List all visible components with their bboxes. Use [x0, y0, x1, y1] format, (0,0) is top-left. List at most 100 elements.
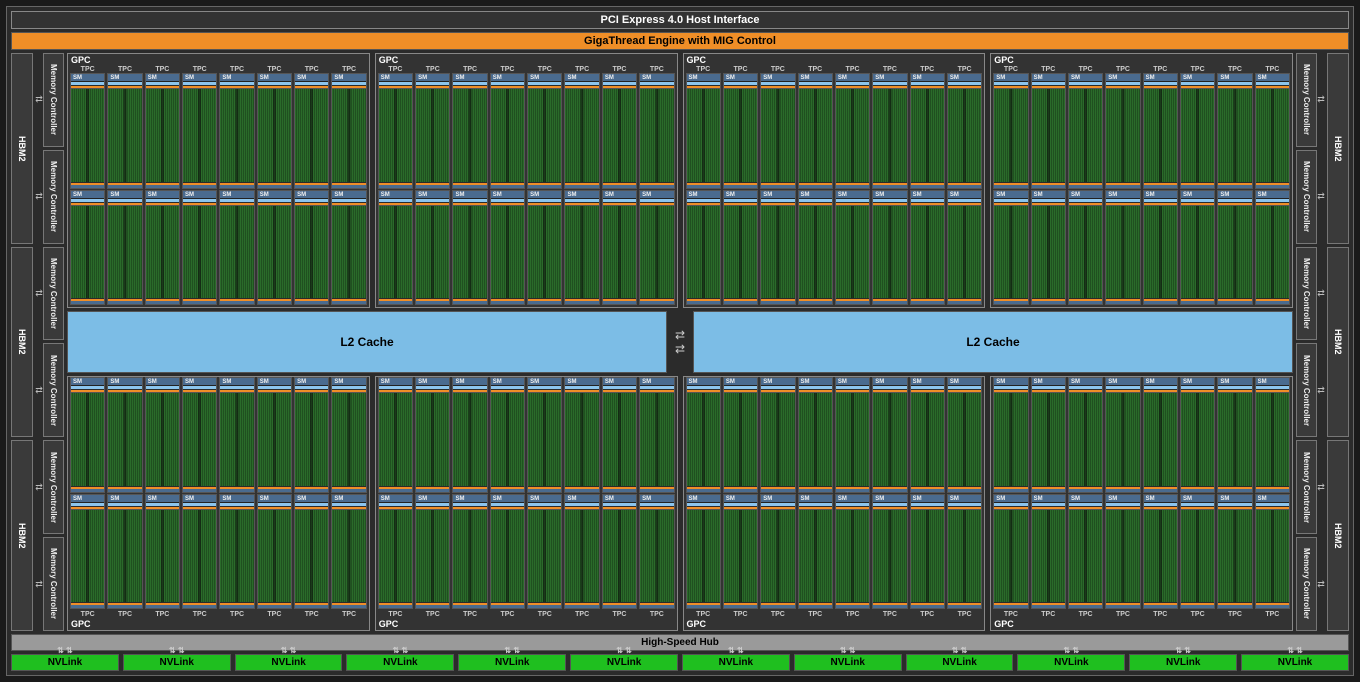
sm-cores [528, 88, 561, 182]
sm-dispatch-bar [146, 503, 179, 506]
sm-cores [1032, 509, 1065, 603]
sm-cores [220, 509, 253, 603]
sm-footer-bar [379, 489, 412, 492]
sm-block: SM [1255, 494, 1290, 610]
sm-label: SM [108, 378, 141, 386]
hbm-right-column: HBM2 HBM2 HBM2 [1327, 53, 1349, 631]
sm-dispatch-bar [687, 386, 720, 389]
sm-cores [379, 392, 412, 486]
sm-label: SM [528, 378, 561, 386]
tpc-label: TPC [1105, 611, 1140, 618]
sm-block: SM [257, 190, 292, 306]
sm-label: SM [220, 495, 253, 503]
interconnect-arrow: ⇄ [36, 440, 42, 534]
tpc-label: TPC [294, 611, 329, 618]
sm-cores [491, 88, 524, 182]
tpc-label: TPC [723, 66, 758, 73]
tpc-label: TPC [294, 66, 329, 73]
sm-label: SM [1144, 495, 1177, 503]
sm-label: SM [1106, 74, 1139, 82]
sm-dispatch-bar [71, 82, 104, 85]
sm-cores [258, 392, 291, 486]
sm-block: SM [639, 190, 674, 306]
nvlink-block: ⇅ ⇅NVLink [458, 654, 566, 671]
nvlink-arrow: ⇅ ⇅ [1064, 646, 1080, 655]
tpc-label: TPC [760, 611, 795, 618]
sm-block: SM [257, 494, 292, 610]
sm-block: SM [294, 73, 329, 189]
tpc-block: SMSM [331, 73, 366, 305]
sm-label: SM [836, 495, 869, 503]
tpc-label: TPC [798, 611, 833, 618]
sm-label: SM [1181, 378, 1214, 386]
sm-dispatch-bar [687, 199, 720, 202]
sm-block: SM [331, 377, 366, 493]
sm-label: SM [258, 191, 291, 199]
sm-block: SM [182, 494, 217, 610]
sm-footer-bar [1144, 301, 1177, 304]
sm-label: SM [1181, 495, 1214, 503]
sm-footer-bar [948, 489, 981, 492]
sm-block: SM [107, 494, 142, 610]
sm-footer-bar [687, 185, 720, 188]
sm-dispatch-bar [71, 199, 104, 202]
sm-footer-bar [603, 605, 636, 608]
interconnect-arrow: ⇄ [1318, 247, 1324, 341]
tpc-block: SMSM [378, 73, 413, 305]
sm-label: SM [332, 191, 365, 199]
sm-dispatch-bar [1181, 82, 1214, 85]
sm-block: SM [910, 377, 945, 493]
sm-label: SM [258, 495, 291, 503]
sm-block: SM [760, 494, 795, 610]
sm-label: SM [1106, 191, 1139, 199]
high-speed-hub: High-Speed Hub [11, 634, 1349, 651]
gpc-block: GPCTPCTPCTPCTPCTPCTPCTPCTPCSMSMSMSMSMSMS… [990, 376, 1293, 631]
sm-cores [416, 205, 449, 299]
sm-cores [799, 88, 832, 182]
sm-dispatch-bar [603, 199, 636, 202]
sm-block: SM [145, 190, 180, 306]
sm-cores [332, 509, 365, 603]
sm-footer-bar [1069, 185, 1102, 188]
nvlink-arrow: ⇅ ⇅ [504, 646, 520, 655]
sm-footer-bar [836, 185, 869, 188]
sm-cores [379, 88, 412, 182]
sm-label: SM [1032, 495, 1065, 503]
tpc-label: TPC [452, 66, 487, 73]
sm-footer-bar [146, 605, 179, 608]
sm-cores [220, 88, 253, 182]
sm-footer-bar [724, 489, 757, 492]
sm-cores [332, 392, 365, 486]
sm-cores [948, 88, 981, 182]
sm-label: SM [1032, 378, 1065, 386]
tpc-block: SMSM [331, 377, 366, 609]
tpc-block: SMSM [723, 377, 758, 609]
hbm2-block: HBM2 [1327, 247, 1349, 438]
tpc-block: SMSM [1143, 73, 1178, 305]
pcie-host-interface: PCI Express 4.0 Host Interface [11, 11, 1349, 29]
sm-cores [491, 392, 524, 486]
sm-dispatch-bar [603, 503, 636, 506]
sm-block: SM [294, 190, 329, 306]
sm-label: SM [603, 74, 636, 82]
sm-label: SM [994, 378, 1027, 386]
sm-block: SM [70, 190, 105, 306]
sm-dispatch-bar [1218, 503, 1251, 506]
tpc-block: SMSM [872, 73, 907, 305]
sm-cores [332, 88, 365, 182]
sm-block: SM [686, 377, 721, 493]
sm-block: SM [1217, 73, 1252, 189]
sm-dispatch-bar [1181, 386, 1214, 389]
tpc-label: TPC [798, 66, 833, 73]
memory-controller: Memory Controller [43, 343, 64, 437]
tpc-row: SMSMSMSMSMSMSMSMSMSMSMSMSMSMSMSM [376, 73, 677, 307]
tpc-block: SMSM [723, 73, 758, 305]
sm-label: SM [948, 495, 981, 503]
sm-block: SM [760, 73, 795, 189]
tpc-label: TPC [378, 611, 413, 618]
tpc-row: SMSMSMSMSMSMSMSMSMSMSMSMSMSMSMSM [991, 73, 1292, 307]
sm-footer-bar [416, 185, 449, 188]
sm-footer-bar [603, 185, 636, 188]
sm-block: SM [723, 494, 758, 610]
sm-block: SM [452, 494, 487, 610]
